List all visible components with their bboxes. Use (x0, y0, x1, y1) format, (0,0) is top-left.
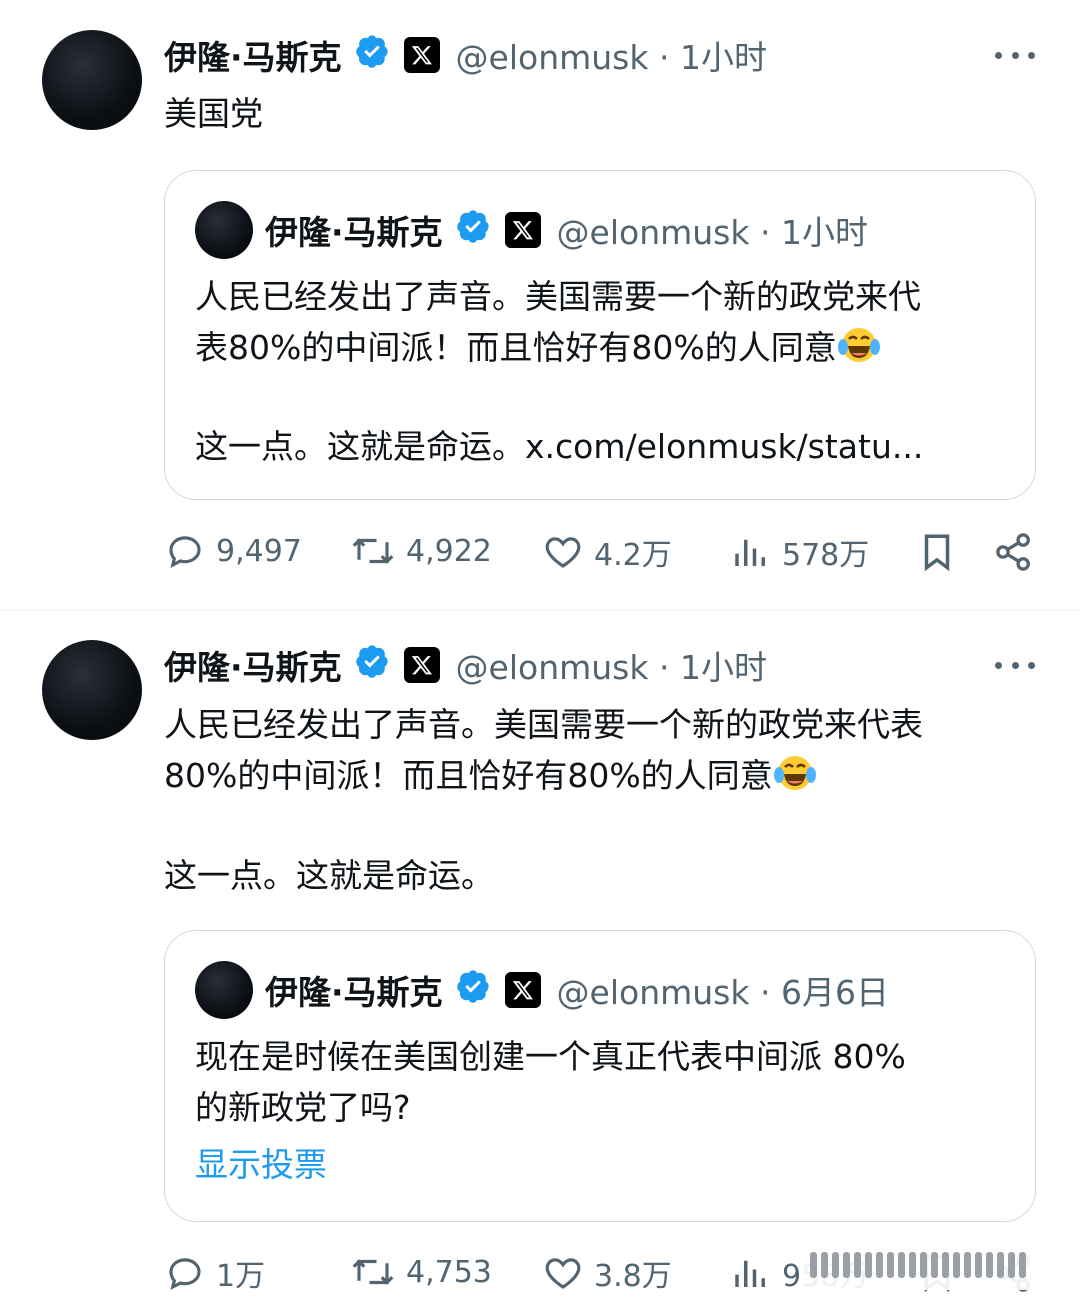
like-button[interactable]: 3.8万 (542, 1251, 672, 1295)
tweet-text: 美国党 (164, 94, 263, 133)
quoted-avatar (195, 961, 253, 1019)
heart-icon (545, 1258, 581, 1289)
tweet-header: 伊隆·马斯克 @elonmusk · 1小时 (164, 640, 767, 690)
x-logo-icon (403, 647, 440, 683)
repost-icon (352, 1259, 394, 1285)
author-handle-time[interactable]: @elonmusk · 1小时 (456, 31, 767, 79)
avatar[interactable] (42, 30, 142, 130)
reply-icon (169, 536, 201, 569)
more-options-icon[interactable] (995, 45, 1035, 65)
reply-button[interactable]: 1万 (164, 1251, 265, 1295)
views-chart-icon (735, 539, 765, 566)
verified-badge-icon (354, 643, 390, 687)
tweet-header: 伊隆·马斯克 @elonmusk · 1小时 (164, 30, 767, 80)
quoted-text-line-1: 人民已经发出了声音。美国需要一个新的政党来代 (195, 277, 921, 316)
tweet-2: 伊隆·马斯克 @elonmusk · 1小时 人民已经发出了声音。美国需要一个新… (0, 611, 1080, 1294)
quoted-handle-time: @elonmusk · 1小时 (556, 213, 868, 252)
views-count: 578万 (782, 538, 870, 573)
reply-count: 1万 (216, 1259, 266, 1294)
repost-count: 4,922 (406, 533, 492, 569)
quoted-author-name: 伊隆·马斯克 (265, 973, 443, 1012)
author-name[interactable]: 伊隆·马斯克 (164, 31, 342, 79)
share-icon (996, 533, 1030, 571)
reply-count: 9,497 (216, 533, 302, 569)
quoted-header: 伊隆·马斯克 @elonmusk · 1小时 (265, 205, 868, 255)
quoted-tweet[interactable]: 伊隆·马斯克 @elonmusk · 6月6日 现在是时候在美国创建一个真正代表… (164, 930, 1036, 1222)
reply-button[interactable]: 9,497 (164, 530, 302, 572)
views-button[interactable]: 578万 (730, 530, 869, 574)
tears-of-joy-emoji-icon (837, 325, 881, 379)
quoted-text-line-2: 的新政党了吗? (195, 1088, 411, 1127)
like-count: 3.8万 (594, 1259, 672, 1294)
quoted-handle-time: @elonmusk · 6月6日 (556, 973, 889, 1012)
like-button[interactable]: 4.2万 (542, 530, 672, 574)
quoted-text-line-2-text: 表80%的中间派！而且恰好有80%的人同意 (195, 328, 837, 367)
verified-badge-icon (455, 208, 491, 252)
x-logo-icon (504, 212, 541, 248)
x-logo-icon (403, 37, 440, 73)
watermark (800, 1240, 1045, 1290)
avatar[interactable] (42, 640, 142, 740)
verified-badge-icon (354, 33, 390, 77)
more-options-icon[interactable] (995, 655, 1035, 675)
author-name[interactable]: 伊隆·马斯克 (164, 641, 342, 689)
like-count: 4.2万 (594, 538, 672, 573)
quoted-header: 伊隆·马斯克 @elonmusk · 6月6日 (265, 965, 889, 1015)
repost-count: 4,753 (406, 1254, 492, 1290)
tears-of-joy-emoji-icon (773, 753, 817, 807)
views-chart-icon (735, 1260, 765, 1287)
repost-button[interactable]: 4,922 (350, 530, 492, 572)
tweet-text-line-2: 80%的中间派！而且恰好有80%的人同意 (164, 750, 817, 807)
verified-badge-icon (455, 968, 491, 1012)
tweet-text-line-2-text: 80%的中间派！而且恰好有80%的人同意 (164, 756, 773, 795)
bookmark-button[interactable] (916, 530, 958, 574)
x-logo-icon (504, 972, 541, 1008)
repost-icon (352, 538, 394, 564)
bookmark-icon (924, 534, 950, 572)
quoted-avatar (195, 201, 253, 259)
share-button[interactable] (992, 530, 1036, 574)
author-handle-time[interactable]: @elonmusk · 1小时 (456, 641, 767, 689)
tweet-text-line-3: 这一点。这就是命运。 (164, 856, 494, 895)
quoted-text-line-2: 表80%的中间派！而且恰好有80%的人同意 (195, 322, 881, 379)
heart-icon (545, 537, 581, 568)
quoted-author-name: 伊隆·马斯克 (265, 213, 443, 252)
tweet-1: 伊隆·马斯克 @elonmusk · 1小时 美国党 伊隆·马斯克 @elonm… (0, 0, 1080, 610)
quoted-text-line-3: 这一点。这就是命运。x.com/elonmusk/statu... (195, 427, 924, 466)
action-bar: 9,497 4,922 4.2万 578万 (164, 530, 1044, 580)
quoted-text-line-1: 现在是时候在美国创建一个真正代表中间派 80% (195, 1037, 906, 1076)
tweet-text-line-1: 人民已经发出了声音。美国需要一个新的政党来代表 (164, 705, 923, 744)
quoted-tweet[interactable]: 伊隆·马斯克 @elonmusk · 1小时 人民已经发出了声音。美国需要一个新… (164, 170, 1036, 500)
show-poll-link[interactable]: 显示投票 (195, 1139, 327, 1190)
reply-icon (169, 1258, 201, 1291)
repost-button[interactable]: 4,753 (350, 1251, 492, 1293)
